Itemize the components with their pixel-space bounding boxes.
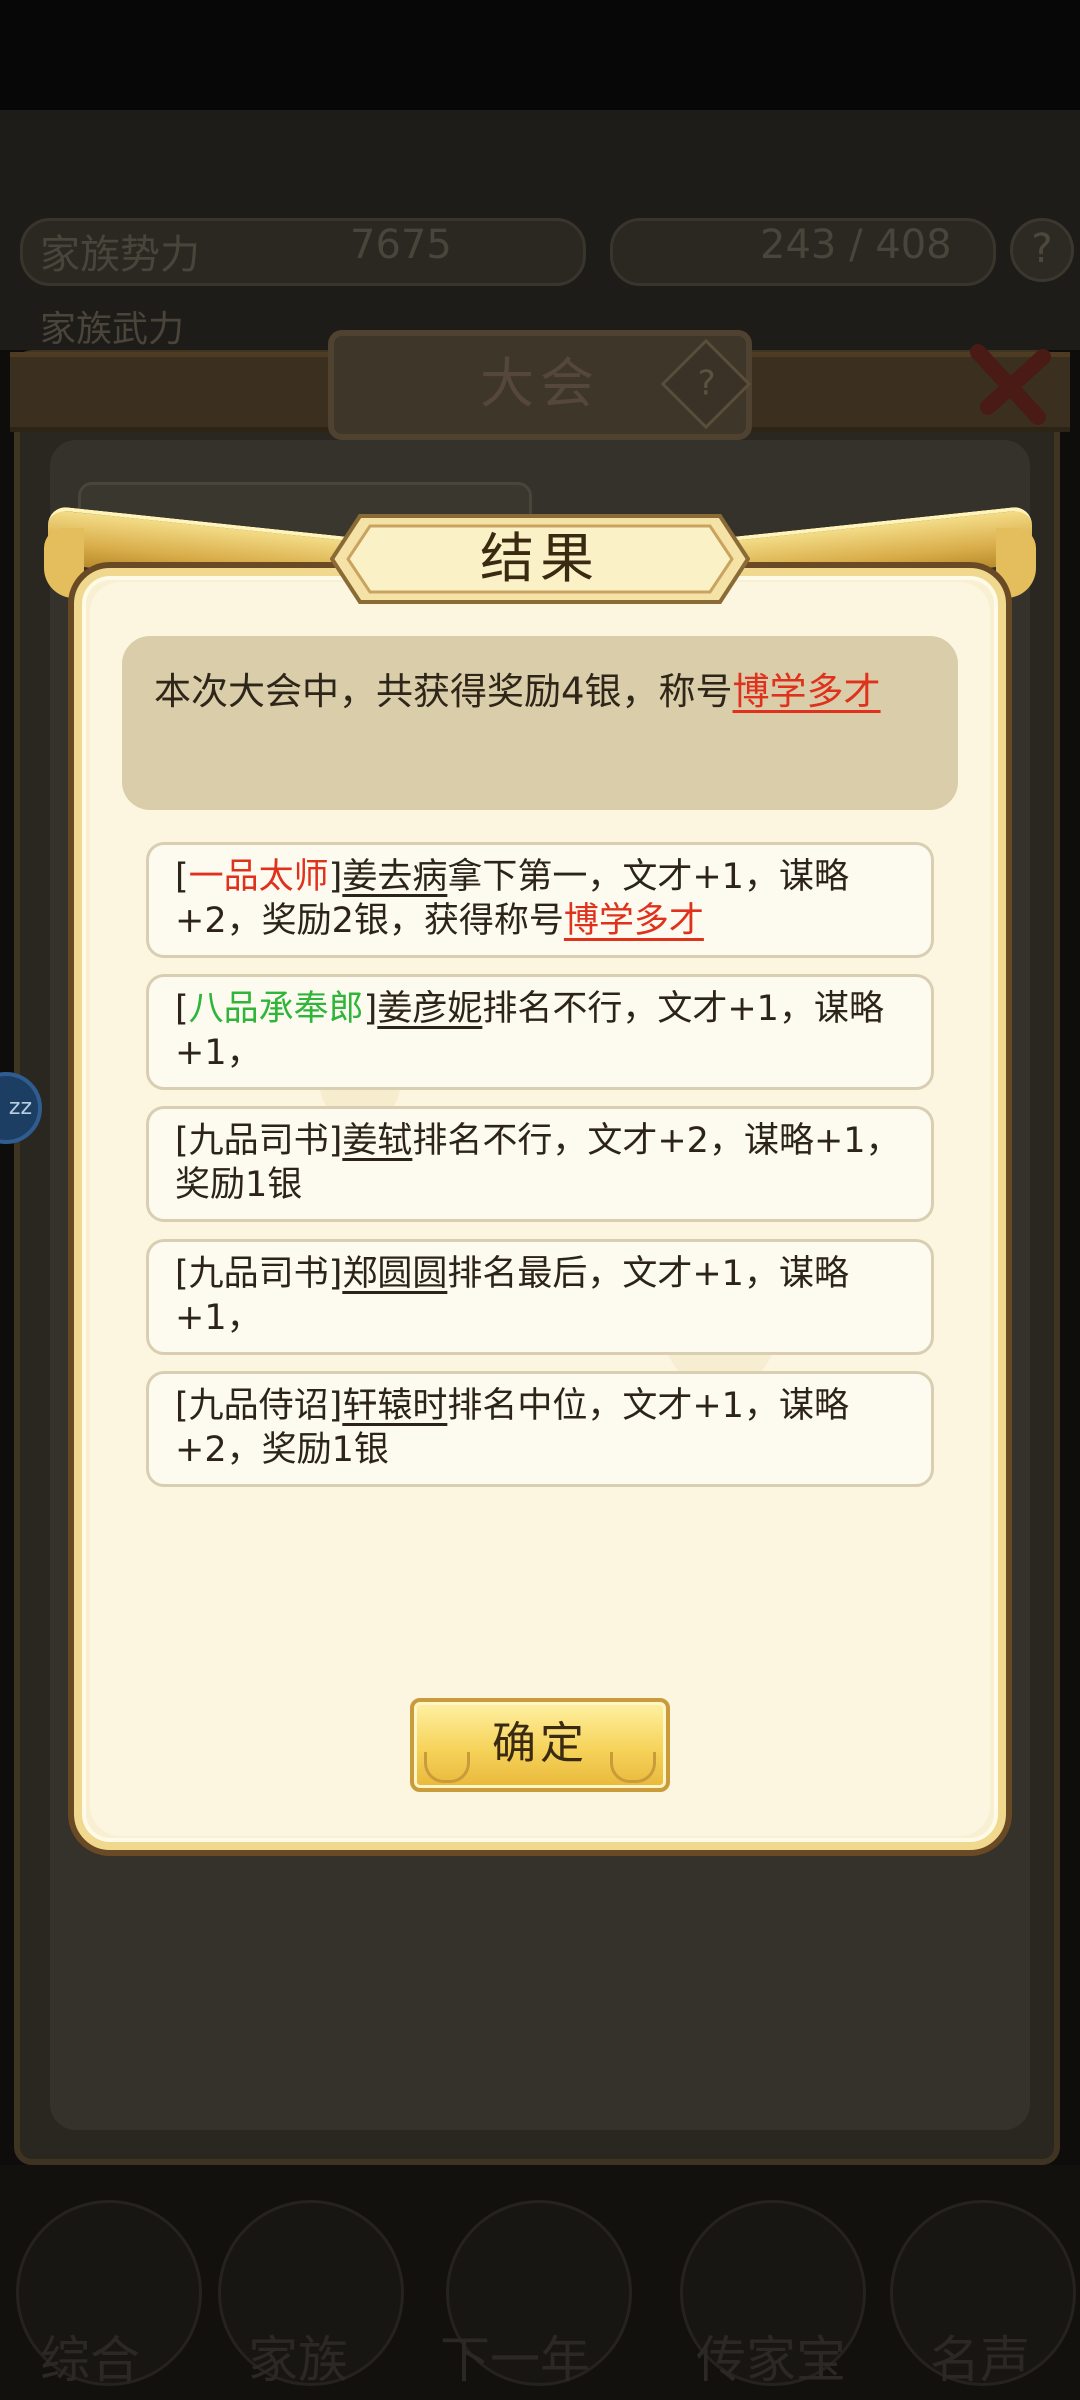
result-title-link[interactable]: 博学多才 (564, 901, 704, 941)
result-card: [九品司书]姜轼排名不行，文才+2，谋略+1，奖励1银 (146, 1106, 934, 1222)
summary-text: 本次大会中，共获得奖励4银，称号 (154, 670, 733, 713)
button-flourish-right (610, 1752, 656, 1783)
member-name-link[interactable]: 姜去病 (342, 857, 447, 897)
rank-label: 九品司书 (188, 1121, 329, 1161)
summary-box: 本次大会中，共获得奖励4银，称号博学多才 (122, 636, 958, 810)
nav-label-heirloom: 传家宝 (696, 2331, 846, 2389)
member-name-link[interactable]: 姜轼 (342, 1121, 412, 1161)
assembly-cap-left (10, 352, 340, 432)
hud-force-label: 家族武力 (40, 309, 185, 350)
member-name-link[interactable]: 郑圆圆 (342, 1254, 447, 1294)
status-bar-area (0, 0, 1080, 110)
close-icon (970, 344, 1051, 425)
nav-label-family: 家族 (248, 2331, 348, 2389)
confirm-button[interactable]: 确定 (410, 1698, 670, 1792)
rank-label: 九品侍诏 (188, 1386, 329, 1426)
result-card: [九品侍诏]轩辕时排名中位，文才+1，谋略+2，奖励1银 (146, 1371, 934, 1487)
button-flourish-left (424, 1752, 470, 1783)
hud-stamina-value: 243 / 408 (760, 222, 952, 268)
confirm-button-label: 确定 (492, 1718, 588, 1769)
hud-power-value: 7675 (350, 222, 452, 268)
nav-label-overview: 综合 (40, 2331, 140, 2389)
rank-label: 九品司书 (188, 1254, 329, 1294)
rank-label: 八品承奉郎 (188, 989, 364, 1029)
dialog-title: 结果 (480, 527, 600, 590)
nav-label-fame: 名声 (930, 2331, 1030, 2389)
nav-label-next-year: 下一年 (440, 2331, 590, 2389)
rank-label: 一品太师 (188, 857, 329, 897)
hud-power-label: 家族势力 (40, 232, 200, 278)
result-card: [一品太师]姜去病拿下第一，文才+1，谋略+2，奖励2银，获得称号博学多才 (146, 842, 934, 958)
member-name-link[interactable]: 姜彦妮 (377, 989, 482, 1029)
member-name-link[interactable]: 轩辕时 (342, 1386, 447, 1426)
help-icon: ? (1010, 218, 1074, 282)
result-card: [八品承奉郎]姜彦妮排名不行，文才+1，谋略+1， (146, 974, 934, 1090)
summary-title-link[interactable]: 博学多才 (733, 670, 881, 713)
result-card: [九品司书]郑圆圆排名最后，文才+1，谋略+1， (146, 1239, 934, 1355)
